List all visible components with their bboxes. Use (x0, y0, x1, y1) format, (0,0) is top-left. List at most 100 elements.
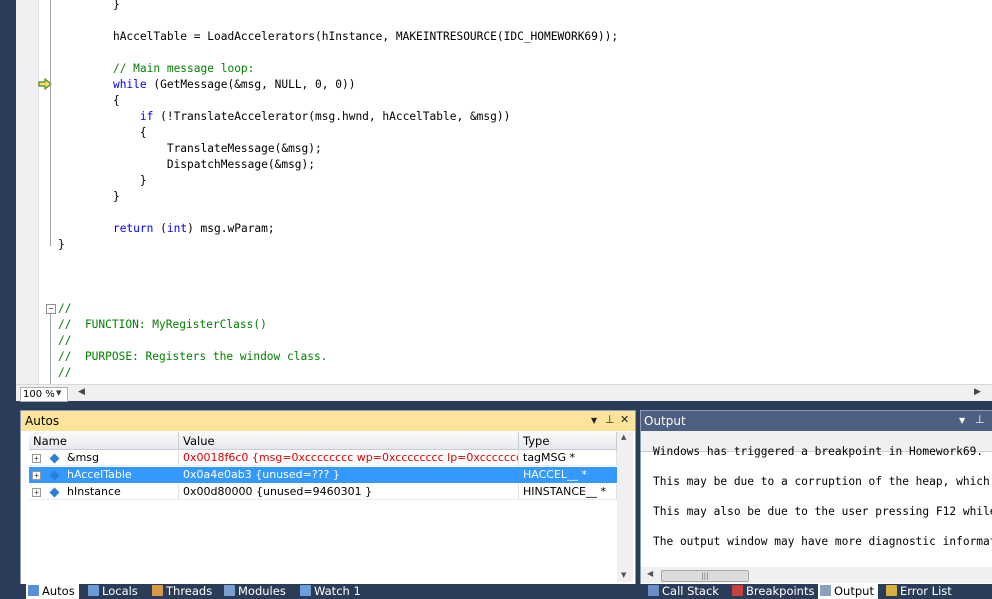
code-text: { (139, 126, 147, 139)
tab-label: Output (834, 584, 874, 598)
cell-name[interactable]: + hAccelTable (29, 467, 179, 483)
cell-value-text: 0x00d80000 {unused=9460301 } (183, 485, 373, 498)
expand-toggle[interactable]: + (32, 488, 41, 497)
column-header-type[interactable]: Type (519, 432, 617, 450)
code-line[interactable]: // (58, 301, 71, 317)
code-line[interactable]: // (58, 333, 71, 349)
autos-grid[interactable]: Name Value Type + &msg 0x0018f6c0 {msg=0xc… (29, 432, 617, 572)
code-line[interactable]: // (58, 365, 71, 381)
tab-error-list[interactable]: Error List (884, 584, 956, 599)
code-line[interactable]: // Main message loop: (86, 61, 254, 77)
cell-name[interactable]: + &msg (29, 450, 179, 466)
cell-type-text: HACCEL__ * (523, 468, 588, 481)
code-text: } (112, 190, 120, 203)
cell-name[interactable]: + hInstance (29, 484, 179, 500)
code-text: ( (153, 222, 167, 235)
expand-toggle[interactable]: + (32, 471, 41, 480)
code-line[interactable]: TranslateMessage(&msg); (86, 141, 322, 157)
autos-panel: Autos ▼ ⊥ ✕ Name Value Type + &msg 0x0018f… (20, 410, 636, 586)
variable-icon (49, 470, 60, 481)
code-line[interactable]: while (GetMessage(&msg, NULL, 0, 0)) (86, 77, 356, 93)
code-editor[interactable]: − } hAccelTable = LoadAccelerators(hInst… (16, 0, 992, 402)
code-text: } (58, 238, 65, 251)
autos-vscrollbar[interactable] (617, 432, 633, 582)
cell-type[interactable]: tagMSG * (519, 450, 617, 466)
cell-value[interactable]: 0x0018f6c0 {msg=0xcccccccc wp=0xcccccccc… (179, 450, 519, 466)
tab-watch-1[interactable]: Watch 1 (298, 584, 365, 599)
cell-name-text: &msg (67, 451, 100, 464)
tab-icon (648, 585, 659, 596)
code-text: // FUNCTION: MyRegisterClass() (58, 318, 267, 331)
scroll-right-icon[interactable]: ▶ (974, 387, 981, 397)
cell-type[interactable]: HACCEL__ * (519, 467, 617, 483)
tab-output[interactable]: Output (818, 584, 878, 599)
tab-autos[interactable]: Autos (26, 584, 79, 599)
output-title-bar[interactable]: Output ▼ ⊥ (641, 411, 992, 431)
column-header-name[interactable]: Name (29, 432, 179, 450)
cell-name-text: hInstance (67, 485, 121, 498)
close-icon[interactable]: ✕ (620, 413, 629, 426)
tab-icon (820, 585, 831, 596)
expand-toggle[interactable]: + (32, 454, 41, 463)
scroll-down-icon[interactable]: ▼ (621, 571, 626, 579)
code-line[interactable]: } (86, 189, 120, 205)
code-line[interactable]: return (int) msg.wParam; (86, 221, 275, 237)
code-text: } (112, 0, 120, 11)
cell-type-text: tagMSG * (523, 451, 576, 464)
column-header-value[interactable]: Value (179, 432, 519, 450)
outline-bar (50, 312, 51, 384)
keyword: int (166, 222, 188, 235)
indicator-margin[interactable] (16, 0, 39, 384)
window-position-icon[interactable]: ▼ (959, 416, 965, 425)
code-line[interactable]: if (!TranslateAccelerator(msg.hwnd, hAcc… (86, 109, 510, 125)
tab-locals[interactable]: Locals (86, 584, 142, 599)
tab-label: Threads (166, 584, 213, 598)
scroll-up-icon[interactable]: ▲ (621, 433, 626, 441)
pin-icon[interactable]: ⊥ (605, 413, 615, 426)
code-line[interactable]: } (86, 173, 147, 189)
tab-label: Watch 1 (314, 584, 361, 598)
code-text: // (58, 302, 72, 315)
tab-icon (300, 585, 311, 596)
autos-title-bar[interactable]: Autos ▼ ⊥ ✕ (21, 411, 635, 431)
window-position-icon[interactable]: ▼ (591, 416, 597, 425)
scroll-thumb[interactable]: ||| (661, 570, 749, 582)
code-text: // PURPOSE: Registers the window class. (58, 350, 328, 363)
collapse-toggle[interactable]: − (46, 304, 56, 314)
keyword: return (112, 222, 154, 235)
tab-icon (886, 585, 897, 596)
code-text: TranslateMessage(&msg); (166, 142, 322, 155)
cell-value[interactable]: 0x0a4e0ab3 {unused=??? } (179, 467, 519, 483)
tab-icon (88, 585, 99, 596)
outline-bar (50, 0, 51, 246)
output-hscrollbar[interactable]: ◀ ||| (641, 567, 992, 583)
scroll-left-icon[interactable]: ◀ (78, 387, 85, 397)
tab-modules[interactable]: Modules (222, 584, 290, 599)
tab-icon (28, 585, 39, 596)
pin-icon[interactable]: ⊥ (975, 413, 985, 426)
code-line[interactable]: } (58, 237, 65, 253)
code-line[interactable]: // PURPOSE: Registers the window class. (58, 349, 327, 365)
tab-call-stack[interactable]: Call Stack (646, 584, 723, 599)
code-line[interactable]: hAccelTable = LoadAccelerators(hInstance… (86, 29, 618, 45)
cell-name-text: hAccelTable (67, 468, 132, 481)
code-line[interactable]: // FUNCTION: MyRegisterClass() (58, 317, 267, 333)
scroll-left-icon[interactable]: ◀ (647, 569, 653, 578)
chevron-down-icon[interactable]: ▼ (56, 387, 61, 400)
tab-label: Autos (42, 584, 75, 598)
code-line[interactable]: } (86, 0, 120, 13)
code-text: // (58, 366, 72, 379)
editor-hscrollbar[interactable]: 100 % ▼ ◀ ▶ (16, 384, 992, 402)
output-panel: Output ▼ ⊥ Windows has triggered a break… (640, 410, 992, 586)
code-text: DispatchMessage(&msg); (166, 158, 316, 171)
code-line[interactable]: { (86, 125, 147, 141)
cell-value[interactable]: 0x00d80000 {unused=9460301 } (179, 484, 519, 500)
code-line[interactable]: DispatchMessage(&msg); (86, 157, 315, 173)
tab-breakpoints[interactable]: Breakpoints (730, 584, 818, 599)
autos-title: Autos (25, 414, 60, 428)
cell-type[interactable]: HINSTANCE__ * (519, 484, 617, 500)
output-title: Output (644, 414, 686, 428)
cell-value-text: 0x0a4e0ab3 {unused=??? } (183, 468, 340, 481)
tab-threads[interactable]: Threads (150, 584, 216, 599)
code-line[interactable]: { (86, 93, 120, 109)
